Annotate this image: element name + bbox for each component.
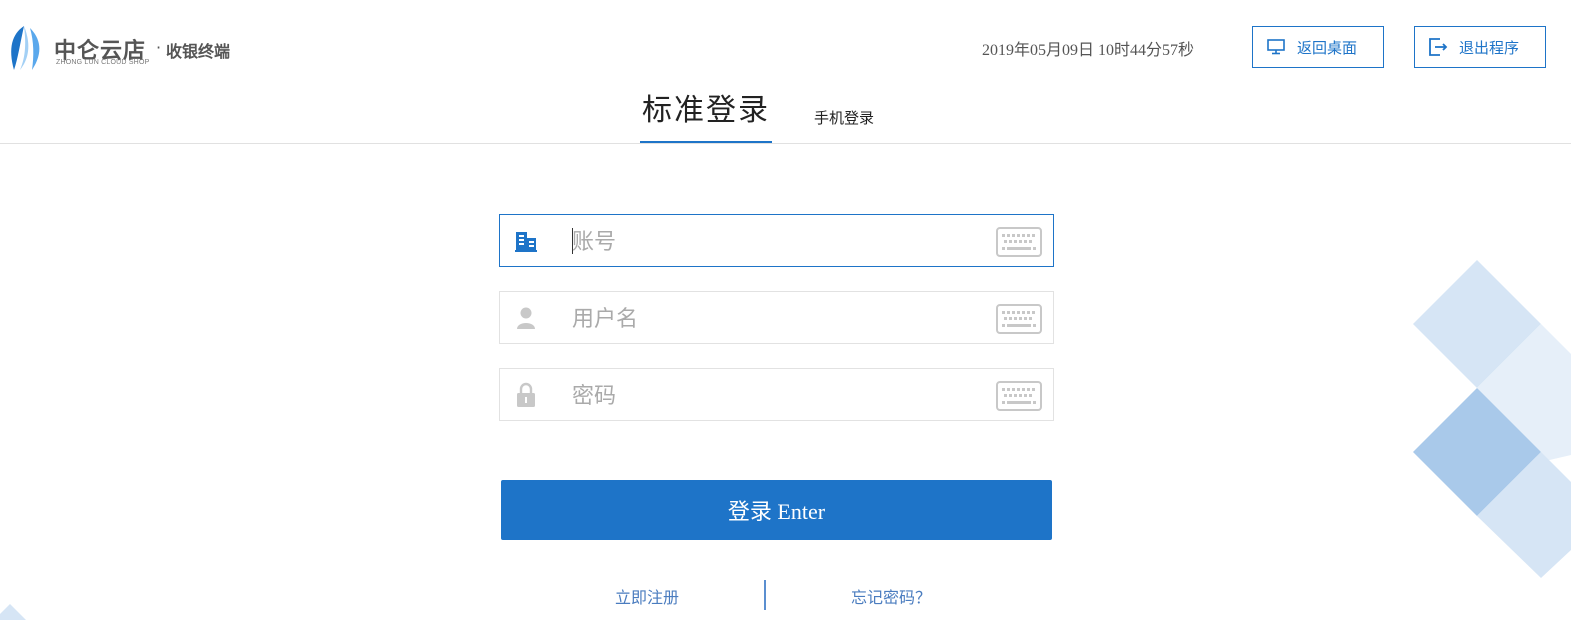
logo-separator: · — [156, 38, 162, 57]
forgot-password-link[interactable]: 忘记密码？ — [851, 584, 931, 608]
return-desktop-label: 返回桌面 — [1297, 38, 1358, 57]
exit-icon — [1427, 36, 1449, 58]
tab-standard-login[interactable]: 标准登录 — [640, 88, 772, 144]
password-field[interactable] — [499, 368, 1054, 421]
app-logo: 中仑云店 · 收银终端 ZHONG LUN CLOUD SHOP — [6, 24, 246, 72]
leaf-logo-icon — [11, 26, 40, 70]
tabs-divider — [0, 143, 1571, 144]
account-field[interactable] — [499, 214, 1054, 267]
corner-decoration — [0, 604, 26, 620]
keyboard-icon[interactable] — [996, 227, 1042, 257]
current-datetime: 2019年05月09日 10时44分57秒 — [982, 42, 1195, 59]
login-button[interactable]: 登录 Enter — [501, 480, 1052, 540]
keyboard-icon[interactable] — [996, 381, 1042, 411]
exit-program-label: 退出程序 — [1459, 38, 1520, 57]
links-divider — [764, 580, 766, 610]
register-link[interactable]: 立即注册 — [615, 584, 679, 608]
exit-program-button[interactable]: 退出程序 — [1414, 26, 1546, 68]
username-field[interactable] — [499, 291, 1054, 344]
account-input[interactable] — [570, 223, 984, 261]
monitor-icon — [1265, 36, 1287, 58]
return-desktop-button[interactable]: 返回桌面 — [1252, 26, 1384, 68]
password-input[interactable] — [570, 377, 984, 415]
logo-english-text: ZHONG LUN CLOUD SHOP — [56, 59, 150, 66]
keyboard-icon[interactable] — [996, 304, 1042, 334]
lock-icon — [514, 382, 538, 407]
tab-mobile-login[interactable]: 手机登录 — [814, 107, 874, 128]
decorative-diamonds — [1413, 260, 1571, 578]
logo-sub-text: 收银终端 — [166, 42, 231, 61]
building-icon — [514, 229, 538, 253]
username-input[interactable] — [570, 300, 984, 338]
user-icon — [514, 306, 538, 330]
